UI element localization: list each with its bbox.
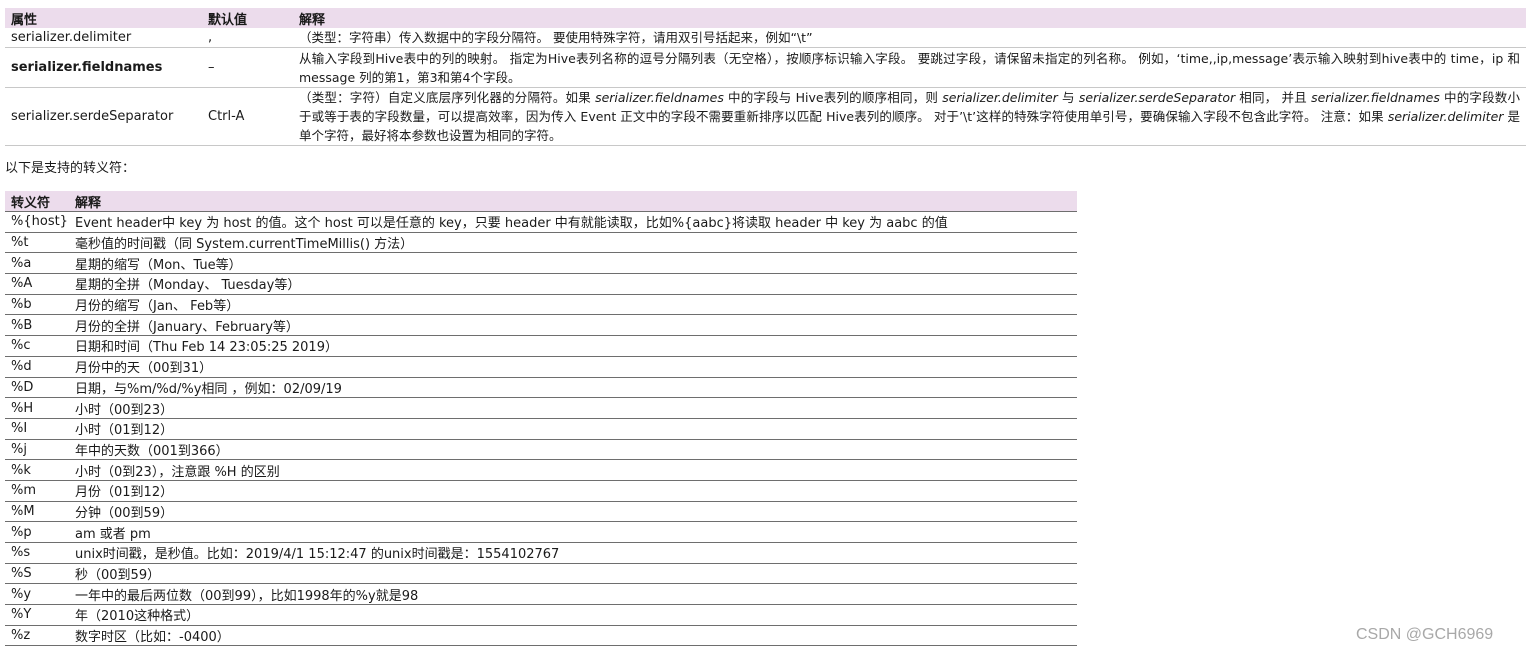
escape-description: 星期的缩写（Mon、Tue等） bbox=[69, 252, 1077, 275]
escape-description: 月份的缩写（Jan、 Feb等） bbox=[69, 294, 1077, 316]
header-property: 属性 bbox=[5, 8, 202, 28]
escape-code: %c bbox=[5, 335, 69, 357]
property-row-delimiter: serializer.delimiter , （类型：字符串）传入数据中的字段分… bbox=[5, 28, 1526, 48]
table-row: %H 小时（00到23） bbox=[5, 397, 1077, 419]
property-default: – bbox=[202, 47, 293, 88]
escape-code: %z bbox=[5, 625, 69, 647]
escape-description: 小时（0到23），注意跟 %H 的区别 bbox=[69, 459, 1077, 481]
escape-code: %p bbox=[5, 521, 69, 543]
property-name: serializer.serdeSeparator bbox=[5, 87, 202, 146]
header-default: 默认值 bbox=[202, 8, 293, 28]
escape-code: %s bbox=[5, 542, 69, 564]
table-row: %B 月份的全拼（January、February等） bbox=[5, 314, 1077, 337]
escape-description: 一年中的最后两位数（00到99），比如1998年的%y就是98 bbox=[69, 583, 1077, 606]
header-escape: 转义符 bbox=[5, 191, 69, 212]
escape-code: %k bbox=[5, 459, 69, 481]
escape-code: %A bbox=[5, 273, 69, 295]
escape-code: %a bbox=[5, 252, 69, 275]
table-row: %{host} Event header中 key 为 host 的值。这个 ho… bbox=[5, 211, 1077, 233]
escape-description: 星期的全拼（Monday、 Tuesday等） bbox=[69, 273, 1077, 295]
table-row: %I 小时（01到12） bbox=[5, 418, 1077, 440]
table-row: %M 分钟（00到59） bbox=[5, 501, 1077, 523]
table-row: %D 日期，与%m/%d/%y相同 ，例如：02/09/19 bbox=[5, 377, 1077, 399]
property-description: （类型：字符串）传入数据中的字段分隔符。 要使用特殊字符，请用双引号括起来，例如… bbox=[293, 28, 1526, 48]
escape-description: 数字时区（比如：-0400） bbox=[69, 625, 1077, 647]
escape-description: Event header中 key 为 host 的值。这个 host 可以是任… bbox=[69, 211, 1077, 233]
property-default: , bbox=[202, 28, 293, 48]
escape-description: 年（2010这种格式） bbox=[69, 604, 1077, 626]
escape-description: 月份（01到12） bbox=[69, 480, 1077, 502]
table-row: %b 月份的缩写（Jan、 Feb等） bbox=[5, 294, 1077, 316]
table-row: %s unix时间戳，是秒值。比如：2019/4/1 15:12:47 的unix… bbox=[5, 542, 1077, 564]
table-row: %t 毫秒值的时间戳（同 System.currentTimeMillis() 方… bbox=[5, 232, 1077, 254]
escape-description: 月份中的天（00到31） bbox=[69, 356, 1077, 378]
table-row: %k 小时（0到23），注意跟 %H 的区别 bbox=[5, 459, 1077, 481]
escape-code: %B bbox=[5, 314, 69, 337]
escape-description: 月份的全拼（January、February等） bbox=[69, 314, 1077, 337]
table-row: %m 月份（01到12） bbox=[5, 480, 1077, 502]
header-description: 解释 bbox=[293, 8, 1526, 28]
escape-code: %S bbox=[5, 563, 69, 585]
table-row: %S 秒（00到59） bbox=[5, 563, 1077, 585]
escape-description: 小时（00到23） bbox=[69, 397, 1077, 419]
properties-header-row: 属性 默认值 解释 bbox=[5, 8, 1526, 28]
escape-description: 分钟（00到59） bbox=[69, 501, 1077, 523]
property-row-serde-separator: serializer.serdeSeparator Ctrl-A （类型：字符）… bbox=[5, 87, 1526, 146]
properties-table: 属性 默认值 解释 serializer.delimiter , （类型：字符串… bbox=[5, 8, 1526, 146]
escape-description: 小时（01到12） bbox=[69, 418, 1077, 440]
escape-sequences-table: 转义符 解释 %{host} Event header中 key 为 host 的… bbox=[5, 191, 1077, 647]
table-row: %a 星期的缩写（Mon、Tue等） bbox=[5, 252, 1077, 275]
escape-code: %{host} bbox=[5, 211, 69, 233]
escape-code: %j bbox=[5, 439, 69, 461]
escape-code: %I bbox=[5, 418, 69, 440]
property-description: （类型：字符）自定义底层序列化器的分隔符。如果 serializer.field… bbox=[293, 87, 1526, 146]
property-row-fieldnames: serializer.fieldnames – 从输入字段到Hive表中的列的映… bbox=[5, 47, 1526, 88]
table-row: %y 一年中的最后两位数（00到99），比如1998年的%y就是98 bbox=[5, 583, 1077, 606]
table-row: %A 星期的全拼（Monday、 Tuesday等） bbox=[5, 273, 1077, 295]
escape-code: %D bbox=[5, 377, 69, 399]
escape-description: 秒（00到59） bbox=[69, 563, 1077, 585]
escapes-intro-text: 以下是支持的转义符： bbox=[5, 161, 136, 176]
property-description: 从输入字段到Hive表中的列的映射。 指定为Hive表列名称的逗号分隔列表（无空… bbox=[293, 47, 1526, 88]
escape-description: am 或者 pm bbox=[69, 521, 1077, 543]
escape-code: %H bbox=[5, 397, 69, 419]
header-explanation: 解释 bbox=[69, 191, 1077, 212]
escape-description: 毫秒值的时间戳（同 System.currentTimeMillis() 方法） bbox=[69, 232, 1077, 254]
table-row: %d 月份中的天（00到31） bbox=[5, 356, 1077, 378]
escape-description: 日期和时间（Thu Feb 14 23:05:25 2019） bbox=[69, 335, 1077, 357]
table-row: %p am 或者 pm bbox=[5, 521, 1077, 543]
escape-code: %m bbox=[5, 480, 69, 502]
table-row: %c 日期和时间（Thu Feb 14 23:05:25 2019） bbox=[5, 335, 1077, 357]
escape-description: 年中的天数（001到366） bbox=[69, 439, 1077, 461]
property-default: Ctrl-A bbox=[202, 87, 293, 146]
escape-code: %Y bbox=[5, 604, 69, 626]
escape-code: %t bbox=[5, 232, 69, 254]
escape-description: unix时间戳，是秒值。比如：2019/4/1 15:12:47 的unix时间… bbox=[69, 542, 1077, 564]
csdn-watermark: CSDN @GCH6969 bbox=[1356, 626, 1494, 643]
table-row: %j 年中的天数（001到366） bbox=[5, 439, 1077, 461]
escape-description: 日期，与%m/%d/%y相同 ，例如：02/09/19 bbox=[69, 377, 1077, 399]
property-name: serializer.fieldnames bbox=[5, 47, 202, 88]
table-row: %Y 年（2010这种格式） bbox=[5, 604, 1077, 626]
escape-code: %M bbox=[5, 501, 69, 523]
escapes-header-row: 转义符 解释 bbox=[5, 191, 1077, 212]
escape-code: %y bbox=[5, 583, 69, 606]
table-row: %z 数字时区（比如：-0400） bbox=[5, 625, 1077, 647]
escape-code: %b bbox=[5, 294, 69, 316]
escape-code: %d bbox=[5, 356, 69, 378]
property-name: serializer.delimiter bbox=[5, 28, 202, 48]
